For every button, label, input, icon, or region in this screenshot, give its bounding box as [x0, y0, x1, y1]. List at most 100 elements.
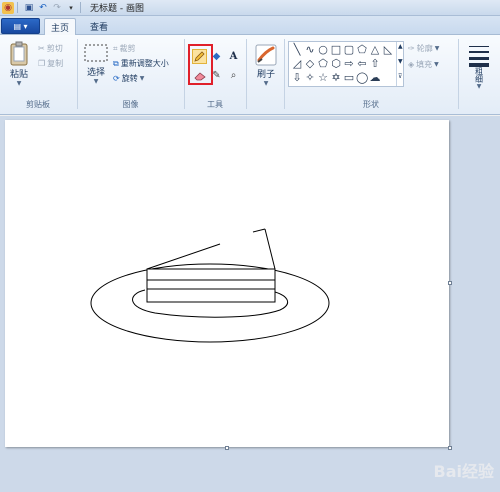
shapes-gallery: ╲ ∿ ○ □ ▢ ⬠ △ ◺ ◿ ◇ ⬠ ⬡ ⇨ ⇦ ⇧ ⇩ ✧ ☆ ✡ ▭ …: [288, 41, 404, 87]
highlight-box: [188, 44, 213, 85]
cut-label: 剪切: [46, 44, 63, 53]
scroll-down-icon[interactable]: ▼: [398, 58, 403, 65]
down-arrow-shape-icon[interactable]: ⇩: [291, 72, 303, 84]
divider: [80, 2, 81, 13]
oval-callout-shape-icon[interactable]: ◯: [356, 72, 368, 84]
drawing-canvas[interactable]: [5, 120, 449, 447]
tab-view[interactable]: 查看: [84, 18, 114, 35]
line-shape-icon[interactable]: ╲: [291, 44, 303, 56]
clipboard-icon: [10, 41, 28, 66]
right-arrow-shape-icon[interactable]: ⇨: [343, 58, 355, 70]
curve-shape-icon[interactable]: ∿: [304, 44, 316, 56]
magnifier-icon: ⌕: [230, 70, 237, 81]
right-triangle-shape-icon[interactable]: ◿: [291, 58, 303, 70]
magnifier-tool[interactable]: ⌕: [226, 68, 241, 83]
shapes-group: ╲ ∿ ○ □ ▢ ⬠ △ ◺ ◿ ◇ ⬠ ⬡ ⇨ ⇦ ⇧ ⇩ ✧ ☆ ✡ ▭ …: [286, 37, 456, 113]
fill-label: 填充: [416, 60, 433, 69]
fill-button[interactable]: ◈ 填充 ▼: [408, 59, 439, 70]
tools-group: ◆ A ✎ ⌕ 工具: [186, 37, 244, 113]
save-icon[interactable]: ▣: [23, 2, 35, 14]
select-label: 选择: [86, 68, 105, 78]
outline-brush-icon: ✑: [408, 44, 415, 53]
text-tool-label: A: [229, 51, 238, 62]
divider: [77, 39, 78, 109]
size-label: 粗细: [474, 67, 484, 83]
shapes-group-label: 形状: [363, 100, 379, 109]
five-point-star-shape-icon[interactable]: ☆: [317, 72, 329, 84]
copy-label: 复制: [47, 59, 64, 68]
chevron-down-icon: ▼: [434, 45, 440, 52]
cut-button[interactable]: ✂ 剪切: [38, 43, 63, 54]
ribbon: 粘贴 ▼ ✂ 剪切 ❐ 复制 剪贴板 选择 ▼ ⌗ 裁剪 ⧉ 重新调整大小 ⟳ …: [0, 35, 500, 115]
quick-access-dropdown-icon[interactable]: ▾: [65, 2, 77, 14]
chevron-down-icon: ▼: [139, 75, 145, 82]
outline-label: 轮廓: [416, 44, 433, 53]
chevron-down-icon: ▼: [16, 80, 22, 87]
six-point-star-shape-icon[interactable]: ✡: [330, 72, 342, 84]
hexagon-shape-icon[interactable]: ⬡: [330, 58, 342, 70]
image-group: 选择 ▼ ⌗ 裁剪 ⧉ 重新调整大小 ⟳ 旋转 ▼ 图像: [79, 37, 182, 113]
rotate-button[interactable]: ⟳ 旋转 ▼: [113, 73, 144, 84]
ribbon-tab-row: ▤ ▾ 主页 查看: [0, 16, 500, 35]
four-point-star-shape-icon[interactable]: ✧: [304, 72, 316, 84]
selection-rectangle-icon: [84, 44, 108, 62]
size-button[interactable]: 粗细 ▼: [464, 43, 494, 90]
chevron-down-icon: ▼: [93, 78, 99, 85]
paint-app-icon[interactable]: ◉: [2, 1, 14, 14]
brushes-group: 刷子 ▼: [248, 37, 282, 113]
cake-drawing: [90, 228, 330, 343]
chevron-down-icon: ▼: [476, 83, 482, 90]
outline-button[interactable]: ✑ 轮廓 ▼: [408, 43, 439, 54]
menu-icon: ▤ ▾: [13, 21, 28, 31]
crop-label: 裁剪: [119, 44, 136, 53]
resize-label: 重新调整大小: [120, 59, 169, 68]
brushes-button[interactable]: 刷子 ▼: [252, 43, 280, 87]
resize-handle-corner[interactable]: [448, 446, 452, 450]
polygon-shape-icon[interactable]: ⬠: [356, 44, 368, 56]
eyedropper-icon: ✎: [212, 70, 221, 81]
cloud-callout-shape-icon[interactable]: ☁: [369, 72, 381, 84]
rounded-callout-shape-icon[interactable]: ▭: [343, 72, 355, 84]
watermark: Bai经验: [433, 462, 494, 481]
fill-bucket-icon: ◈: [408, 60, 415, 69]
title-bar: ◉ ▣ ↶ ↷ ▾ 无标题 - 画图: [0, 0, 500, 16]
up-arrow-shape-icon[interactable]: ⇧: [369, 58, 381, 70]
diamond-shape-icon[interactable]: ◇: [304, 58, 316, 70]
file-menu-button[interactable]: ▤ ▾: [1, 18, 40, 34]
redo-icon[interactable]: ↷: [51, 2, 63, 14]
shapes-scrollbar[interactable]: ▲ ▼ ⊽: [396, 42, 404, 86]
oval-shape-icon[interactable]: ○: [317, 44, 329, 56]
divider: [458, 39, 459, 109]
divider: [284, 39, 285, 109]
paint-bucket-icon: ◆: [212, 51, 221, 62]
expand-gallery-icon[interactable]: ⊽: [398, 73, 402, 80]
resize-button[interactable]: ⧉ 重新调整大小: [113, 58, 169, 69]
rounded-rectangle-shape-icon[interactable]: ▢: [343, 44, 355, 56]
resize-handle-right[interactable]: [448, 281, 452, 285]
divider: [184, 39, 185, 109]
copy-icon: ❐: [38, 59, 46, 68]
brushes-label: 刷子: [256, 70, 275, 80]
size-group: 粗细 ▼: [460, 37, 498, 113]
crop-button[interactable]: ⌗ 裁剪: [113, 43, 136, 54]
resize-handle-bottom[interactable]: [225, 446, 229, 450]
line-thickness-icon: [469, 46, 489, 67]
copy-button[interactable]: ❐ 复制: [38, 58, 63, 69]
scissors-icon: ✂: [38, 44, 45, 53]
undo-icon[interactable]: ↶: [37, 2, 49, 14]
text-tool[interactable]: A: [226, 49, 241, 64]
triangle-shape-icon[interactable]: △: [369, 44, 381, 56]
left-arrow-shape-icon[interactable]: ⇦: [356, 58, 368, 70]
rotate-icon: ⟳: [113, 74, 120, 83]
rectangle-shape-icon[interactable]: □: [330, 44, 342, 56]
tab-home[interactable]: 主页: [44, 18, 77, 35]
resize-icon: ⧉: [113, 58, 119, 68]
pentagon-shape-icon[interactable]: ⬠: [317, 58, 329, 70]
scroll-up-icon[interactable]: ▲: [398, 43, 403, 50]
divider: [246, 39, 247, 109]
crop-icon: ⌗: [113, 43, 118, 53]
canvas-workspace: Bai经验: [0, 116, 500, 492]
right-triangle-shape-icon[interactable]: ◺: [382, 44, 394, 56]
paste-button[interactable]: 粘贴 ▼: [6, 41, 32, 87]
select-button[interactable]: 选择 ▼: [81, 43, 111, 85]
